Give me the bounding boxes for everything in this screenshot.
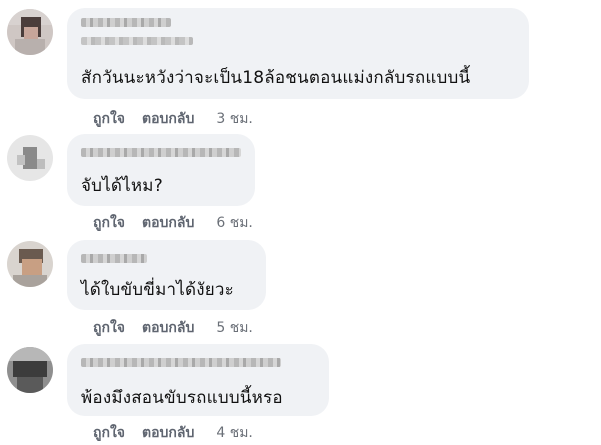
- like-button[interactable]: ถูกใจ: [93, 108, 125, 130]
- comment-timestamp[interactable]: 3 ชม.: [216, 108, 253, 130]
- commenter-avatar[interactable]: [7, 9, 53, 55]
- blurred-commenter-name[interactable]: [81, 18, 171, 27]
- comment-bubble: จับได้ไหม?: [67, 134, 255, 206]
- blurred-commenter-info: [81, 37, 193, 45]
- blurred-commenter-name[interactable]: [81, 358, 281, 367]
- reply-button[interactable]: ตอบกลับ: [142, 422, 194, 444]
- comment-actions: ถูกใจ ตอบกลับ 4 ชม.: [93, 422, 253, 444]
- comment-bubble: ได้ใบขับขี่มาได้งัยวะ: [67, 240, 266, 310]
- comment-bubble: สักวันนะหวังว่าจะเป็น18ล้อชนตอนแม่งกลับร…: [67, 8, 529, 99]
- comment-timestamp[interactable]: 6 ชม.: [216, 212, 253, 234]
- comment-bubble: พ้องมึงสอนขับรถแบบนี้หรอ: [67, 344, 329, 416]
- comment-text: จับได้ไหม?: [81, 176, 163, 196]
- reply-button[interactable]: ตอบกลับ: [142, 108, 194, 130]
- comment-text: พ้องมึงสอนขับรถแบบนี้หรอ: [81, 388, 283, 408]
- like-button[interactable]: ถูกใจ: [93, 317, 125, 339]
- comment-timestamp[interactable]: 5 ชม.: [216, 317, 253, 339]
- like-button[interactable]: ถูกใจ: [93, 422, 125, 444]
- blurred-commenter-name[interactable]: [81, 254, 147, 263]
- comment-timestamp[interactable]: 4 ชม.: [216, 422, 253, 444]
- reply-button[interactable]: ตอบกลับ: [142, 317, 194, 339]
- reply-button[interactable]: ตอบกลับ: [142, 212, 194, 234]
- blurred-commenter-name[interactable]: [81, 148, 241, 157]
- comment-text: ได้ใบขับขี่มาได้งัยวะ: [81, 280, 234, 300]
- commenter-avatar[interactable]: [7, 241, 53, 287]
- like-button[interactable]: ถูกใจ: [93, 212, 125, 234]
- commenter-avatar[interactable]: [7, 135, 53, 181]
- comment-text: สักวันนะหวังว่าจะเป็น18ล้อชนตอนแม่งกลับร…: [81, 68, 471, 88]
- comment-actions: ถูกใจ ตอบกลับ 6 ชม.: [93, 212, 253, 234]
- comment-actions: ถูกใจ ตอบกลับ 3 ชม.: [93, 108, 253, 130]
- commenter-avatar[interactable]: [7, 347, 53, 393]
- comment-actions: ถูกใจ ตอบกลับ 5 ชม.: [93, 317, 253, 339]
